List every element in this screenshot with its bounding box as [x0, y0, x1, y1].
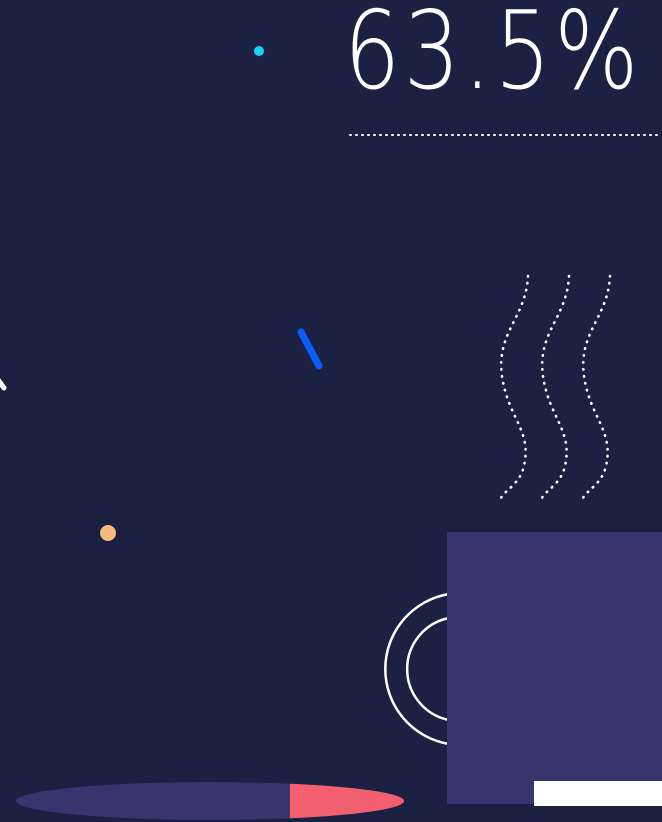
white-chevron-fragment	[0, 378, 7, 391]
coffee-illustration	[0, 46, 662, 820]
peach-dot	[100, 525, 116, 541]
cyan-dot	[254, 46, 264, 56]
mug-base-stripe	[534, 781, 662, 806]
saucer	[16, 782, 404, 820]
mug-handle	[384, 592, 450, 746]
steam-lines-icon	[499, 274, 612, 500]
blue-dash	[297, 328, 323, 370]
coffee-mug-icon	[447, 532, 662, 804]
illustration-canvas: 63.5%	[0, 0, 662, 822]
